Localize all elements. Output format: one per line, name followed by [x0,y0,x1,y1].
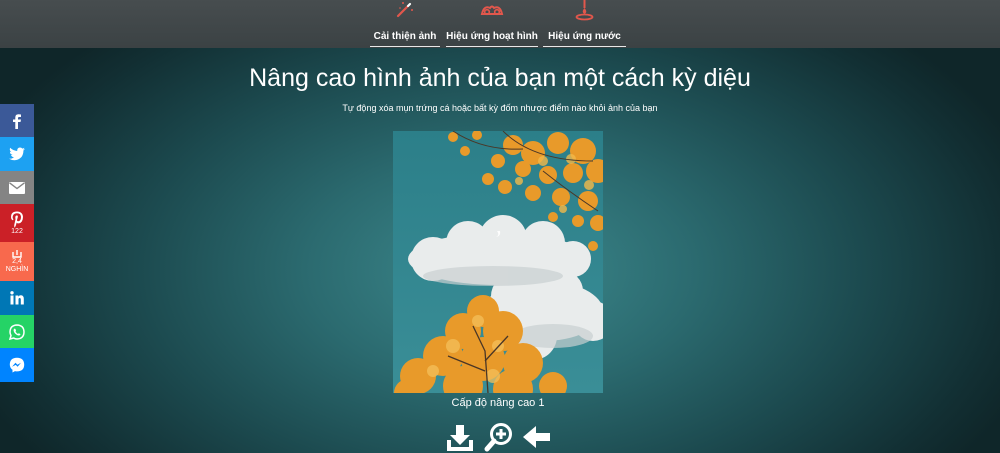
enhanced-photo [393,131,603,393]
twitter-icon [9,147,25,161]
email-icon [9,181,25,194]
addthis-count-unit: NGHÌN [5,265,29,273]
social-share-sidebar: 122 2,4 NGHÌN [0,104,34,382]
email-share-button[interactable] [0,171,34,204]
facebook-icon [13,113,21,129]
photo-illustration [393,131,603,393]
tab-label: Cải thiện ảnh [373,31,437,42]
water-drop-icon [575,0,594,21]
cartoon-eyes-icon [480,5,504,16]
tab-cartoon-effect[interactable]: Hiệu ứng hoạt hình [446,0,538,48]
top-nav-bar: Cải thiện ảnh Hiệu ứng hoạt hình Hiệu ứn… [0,0,1000,48]
addthis-count: 2,4 [12,257,22,265]
page-subtitle: Tự động xóa mụn trứng cá hoặc bất kỳ đốm… [342,103,658,113]
tab-water-effect[interactable]: Hiệu ứng nước [543,0,626,48]
tab-underline [446,46,538,47]
tab-underline [543,46,626,47]
share-plus-icon [12,249,22,258]
twitter-share-button[interactable] [0,137,34,171]
page-title: Nâng cao hình ảnh của bạn một cách kỳ di… [249,64,751,92]
download-icon[interactable] [445,422,475,453]
pinterest-count: 122 [11,227,23,235]
linkedin-share-button[interactable] [0,281,34,315]
whatsapp-share-button[interactable] [0,315,34,348]
zoom-in-icon[interactable] [484,422,514,453]
magic-wand-icon [396,2,413,18]
addthis-share-button[interactable]: 2,4 NGHÌN [0,242,34,281]
pinterest-share-button[interactable]: 122 [0,204,34,242]
tab-label: Hiệu ứng hoạt hình [446,31,538,42]
back-arrow-icon[interactable] [522,422,552,453]
messenger-icon [9,357,25,373]
action-bar [0,422,1000,453]
whatsapp-icon [9,323,25,340]
messenger-share-button[interactable] [0,348,34,382]
pinterest-icon [11,211,23,228]
facebook-share-button[interactable] [0,104,34,137]
tab-underline [370,46,440,47]
tab-label: Hiệu ứng nước [548,31,621,42]
tab-photo-enhance[interactable]: Cải thiện ảnh [370,0,440,48]
linkedin-icon [10,291,24,305]
image-caption: Cấp độ nâng cao 1 [451,397,545,409]
